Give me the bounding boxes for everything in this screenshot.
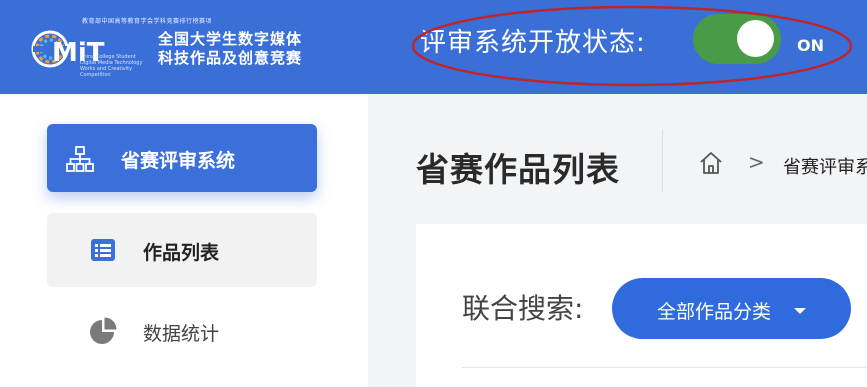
sidebar-item-label: 省赛评审系统 — [121, 150, 236, 172]
title-divider — [662, 130, 663, 192]
sidebar: 省赛评审系统 作品列表 数据统计 — [0, 94, 368, 387]
category-filter-button[interactable]: 全部作品分类 — [612, 278, 851, 339]
top-header: 教育部中国高等教育学会学科竞赛排行榜赛项 MiT China College S… — [0, 0, 867, 94]
caret-down-icon — [794, 308, 806, 314]
home-icon[interactable] — [698, 150, 724, 176]
highlight-ellipse — [411, 5, 853, 87]
category-filter-label: 全部作品分类 — [657, 301, 772, 323]
sidebar-item-provincial-review[interactable]: 省赛评审系统 — [47, 124, 317, 192]
logo-line-1: 全国大学生数字媒体 — [158, 30, 303, 48]
breadcrumb-separator: > — [748, 150, 765, 174]
sitemap-icon — [66, 146, 94, 172]
sidebar-item-statistics[interactable]: 数据统计 — [47, 306, 317, 356]
sidebar-item-works-list[interactable]: 作品列表 — [47, 213, 317, 287]
logo-line-2: 科技作品及创意竞赛 — [158, 49, 303, 67]
logo-subtext: China College Student Digital Media Tech… — [80, 54, 143, 78]
list-icon — [91, 239, 115, 261]
breadcrumb-current[interactable]: 省赛评审系 — [783, 153, 867, 179]
card-divider — [462, 367, 867, 368]
page-title: 省赛作品列表 — [416, 150, 620, 189]
sidebar-item-label: 数据统计 — [143, 323, 220, 345]
sidebar-item-label: 作品列表 — [143, 242, 220, 264]
competition-logo: 教育部中国高等教育学会学科竞赛排行榜赛项 MiT China College S… — [22, 14, 342, 78]
pie-chart-icon — [90, 317, 117, 344]
search-label: 联合搜索: — [462, 292, 584, 325]
